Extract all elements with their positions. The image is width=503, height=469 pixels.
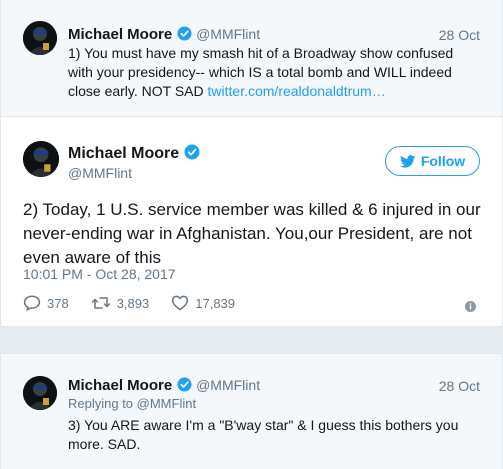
reply-icon [23, 295, 47, 311]
avatar[interactable] [23, 376, 57, 410]
like-count: 17,839 [195, 295, 236, 311]
verified-badge-icon [177, 26, 192, 46]
author-handle[interactable]: @MMFlint [68, 165, 132, 181]
author-handle[interactable]: @MMFlint [196, 377, 260, 393]
context-tweet-1[interactable]: Michael Moore @MMFlint 28 Oct 1) You mus… [0, 0, 503, 117]
reply-tweet[interactable]: Michael Moore @MMFlint 28 Oct Replying t… [0, 353, 503, 469]
like-button[interactable]: 17,839 [171, 295, 235, 311]
author-name[interactable]: Michael Moore [68, 377, 172, 394]
tweet-text: 1) You must have my smash hit of a Broad… [68, 44, 468, 101]
retweet-count: 3,893 [116, 295, 150, 311]
retweet-button[interactable]: 3,893 [91, 295, 150, 311]
heart-icon [171, 295, 195, 311]
author-name[interactable]: Michael Moore [68, 145, 179, 162]
avatar[interactable] [23, 141, 59, 177]
tweet-link[interactable]: twitter.com/realdonaldtrum… [208, 83, 386, 99]
tweet-body: 3) You ARE aware I'm a "B'way star" & I … [68, 417, 459, 452]
tweet-date[interactable]: 28 Oct [439, 378, 480, 394]
avatar[interactable] [23, 21, 57, 55]
verified-badge-icon [184, 144, 200, 166]
tweet-actions: 378 3,893 17,839 [23, 295, 257, 311]
author-handle[interactable]: @MMFlint [196, 26, 260, 42]
tweet-body: 2) Today, 1 U.S. service member was kill… [23, 200, 481, 267]
tweet-timestamp[interactable]: 10:01 PM - Oct 28, 2017 [23, 266, 176, 282]
info-icon[interactable] [465, 301, 476, 312]
retweet-icon [91, 296, 117, 310]
main-tweet: Michael Moore @MMFlint Follow 2) Today, … [0, 117, 503, 327]
twitter-bird-icon [399, 154, 416, 168]
tweet-date[interactable]: 28 Oct [439, 27, 480, 43]
follow-label: Follow [420, 153, 466, 169]
reply-button[interactable]: 378 [23, 295, 69, 311]
author-name[interactable]: Michael Moore [68, 26, 172, 43]
reply-count: 378 [47, 295, 69, 311]
verified-badge-icon [177, 377, 192, 397]
follow-button[interactable]: Follow [385, 146, 480, 176]
replying-to[interactable]: Replying to @MMFlint [68, 396, 196, 411]
